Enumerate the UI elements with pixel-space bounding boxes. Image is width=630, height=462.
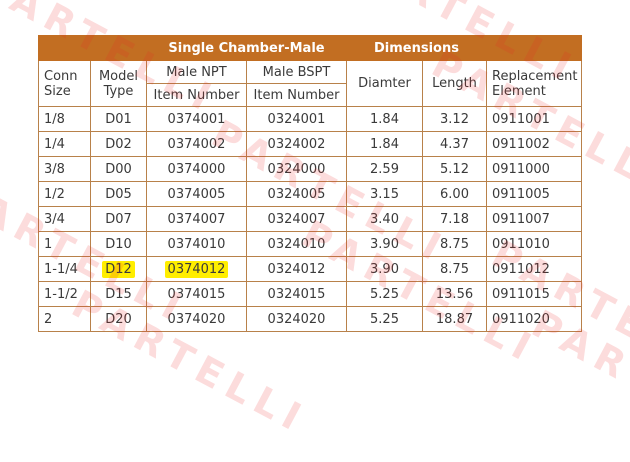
conn-size-cell: 1-1/2 <box>38 281 91 307</box>
cropped-top-strip <box>0 0 630 22</box>
conn-size-cell: 1/2 <box>38 181 91 207</box>
diameter-cell: 5.25 <box>346 306 423 332</box>
male-npt-header: Male NPT <box>146 60 247 84</box>
male-bspt-item-cell: 0324007 <box>246 206 347 232</box>
male-npt-item-cell: 0374012 <box>146 256 247 282</box>
model-type-cell: D10 <box>90 231 147 257</box>
conn-size-cell: 1/8 <box>38 106 91 132</box>
male-npt-item-cell: 0374015 <box>146 281 247 307</box>
replacement-element-header: Replacement Element <box>485 60 583 107</box>
model-type-cell: D07 <box>90 206 147 232</box>
replacement-element-cell: 0911007 <box>485 206 583 232</box>
replacement-element-cell: 0911001 <box>485 106 583 132</box>
header-blank-cell <box>485 35 583 61</box>
length-cell: 3.12 <box>422 106 487 132</box>
replacement-element-cell: 0911002 <box>485 131 583 157</box>
diameter-cell: 3.40 <box>346 206 423 232</box>
male-bspt-item-cell: 0324002 <box>246 131 347 157</box>
male-npt-item-cell: 0374010 <box>146 231 247 257</box>
table-row: 1 D10 0374010 0324010 3.90 8.75 0911010 <box>38 231 583 257</box>
male-npt-item-cell: 0374002 <box>146 131 247 157</box>
single-chamber-header: Single Chamber-Male <box>146 35 347 61</box>
length-cell: 8.75 <box>422 231 487 257</box>
table-body: 1/8 D01 0374001 0324001 1.84 3.12 0911001 1/4 D0… <box>38 106 583 332</box>
table-row: 3/8 D00 0374000 0324000 2.59 5.12 0911000 <box>38 156 583 182</box>
item-number-bspt-header: Item Number <box>246 83 347 107</box>
male-bspt-item-cell: 0324001 <box>246 106 347 132</box>
length-cell: 6.00 <box>422 181 487 207</box>
model-type-cell: D02 <box>90 131 147 157</box>
conn-size-header: Conn Size <box>38 60 91 107</box>
group-header-row: Single Chamber-Male Dimensions <box>38 35 583 61</box>
model-type-cell: D05 <box>90 181 147 207</box>
male-npt-item-cell: 0374020 <box>146 306 247 332</box>
length-cell: 5.12 <box>422 156 487 182</box>
length-header: Length <box>422 60 487 107</box>
conn-size-cell: 1 <box>38 231 91 257</box>
table-row: 1/2 D05 0374005 0324005 3.15 6.00 0911005 <box>38 181 583 207</box>
diameter-cell: 1.84 <box>346 106 423 132</box>
diameter-cell: 2.59 <box>346 156 423 182</box>
replacement-element-cell: 0911020 <box>485 306 583 332</box>
length-cell: 8.75 <box>422 256 487 282</box>
male-npt-item-cell: 0374007 <box>146 206 247 232</box>
replacement-element-cell: 0911010 <box>485 231 583 257</box>
male-bspt-item-cell: 0324005 <box>246 181 347 207</box>
diameter-cell: 3.90 <box>346 256 423 282</box>
highlighted-value: D12 <box>102 260 135 278</box>
male-bspt-item-cell: 0324000 <box>246 156 347 182</box>
replacement-element-cell: 0911012 <box>485 256 583 282</box>
male-npt-item-cell: 0374001 <box>146 106 247 132</box>
male-bspt-item-cell: 0324010 <box>246 231 347 257</box>
replacement-element-cell: 0911000 <box>485 156 583 182</box>
table-row: 1/8 D01 0374001 0324001 1.84 3.12 0911001 <box>38 106 583 132</box>
conn-size-cell: 1-1/4 <box>38 256 91 282</box>
model-type-cell: D01 <box>90 106 147 132</box>
table-row: 1-1/2 D15 0374015 0324015 5.25 13.56 0911015 <box>38 281 583 307</box>
male-bspt-item-cell: 0324012 <box>246 256 347 282</box>
replacement-element-cell: 0911015 <box>485 281 583 307</box>
replacement-element-cell: 0911005 <box>485 181 583 207</box>
model-type-cell: D20 <box>90 306 147 332</box>
dimensions-header: Dimensions <box>346 35 487 61</box>
conn-size-cell: 3/4 <box>38 206 91 232</box>
conn-size-cell: 3/8 <box>38 156 91 182</box>
product-spec-table: Single Chamber-Male Dimensions Conn Size… <box>38 35 583 332</box>
conn-size-cell: 2 <box>38 306 91 332</box>
table-row: 1-1/4 D12 0374012 0324012 3.90 8.75 0911012 <box>38 256 583 282</box>
conn-size-cell: 1/4 <box>38 131 91 157</box>
model-type-header: Model Type <box>90 60 147 107</box>
model-type-cell: D00 <box>90 156 147 182</box>
table-row: 1/4 D02 0374002 0324002 1.84 4.37 0911002 <box>38 131 583 157</box>
diameter-cell: 1.84 <box>346 131 423 157</box>
header-blank-cell <box>38 35 147 61</box>
male-npt-item-cell: 0374005 <box>146 181 247 207</box>
male-bspt-item-cell: 0324020 <box>246 306 347 332</box>
male-bspt-item-cell: 0324015 <box>246 281 347 307</box>
length-cell: 7.18 <box>422 206 487 232</box>
male-npt-item-cell: 0374000 <box>146 156 247 182</box>
model-type-cell: D15 <box>90 281 147 307</box>
highlighted-value: 0374012 <box>164 260 229 278</box>
diameter-cell: 3.15 <box>346 181 423 207</box>
length-cell: 13.56 <box>422 281 487 307</box>
diameter-cell: 3.90 <box>346 231 423 257</box>
item-number-npt-header: Item Number <box>146 83 247 107</box>
length-cell: 18.87 <box>422 306 487 332</box>
diameter-header: Diamter <box>346 60 423 107</box>
table-row: 3/4 D07 0374007 0324007 3.40 7.18 0911007 <box>38 206 583 232</box>
table-row: 2 D20 0374020 0324020 5.25 18.87 0911020 <box>38 306 583 332</box>
column-header-row: Conn Size Model Type Male NPT Male BSPT … <box>38 60 583 107</box>
male-bspt-header: Male BSPT <box>246 60 347 84</box>
diameter-cell: 5.25 <box>346 281 423 307</box>
model-type-cell: D12 <box>90 256 147 282</box>
length-cell: 4.37 <box>422 131 487 157</box>
